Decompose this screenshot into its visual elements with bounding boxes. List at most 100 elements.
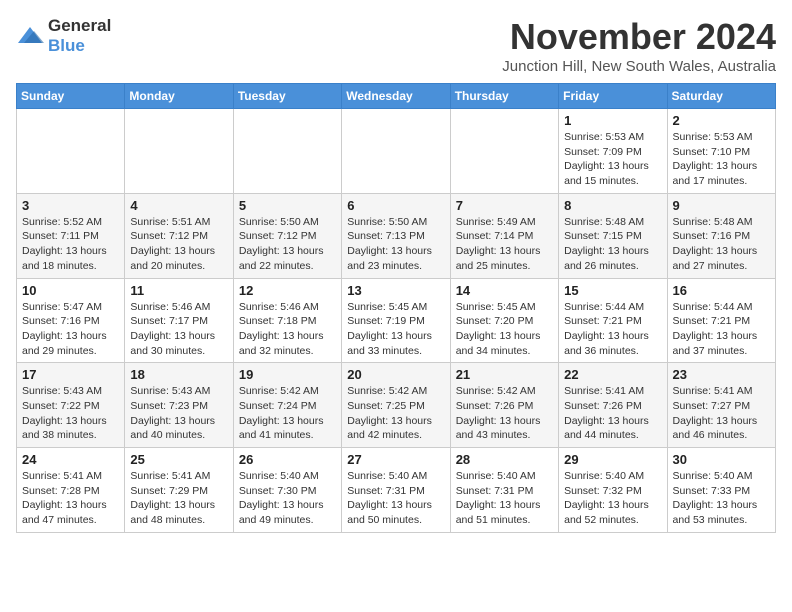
calendar-cell: 17 Sunrise: 5:43 AM Sunset: 7:22 PM Dayli… bbox=[17, 363, 125, 448]
day-number: 26 bbox=[239, 452, 336, 467]
calendar-cell: 9Sunrise: 5:48 AM Sunset: 7:16 PM Daylig… bbox=[667, 193, 775, 278]
calendar-cell: 4 Sunrise: 5:51 AM Sunset: 7:12 PM Daylig… bbox=[125, 193, 233, 278]
calendar-cell bbox=[17, 109, 125, 194]
day-info: Sunrise: 5:44 AM Sunset: 7:21 PM Dayligh… bbox=[673, 300, 770, 359]
day-info: Sunrise: 5:40 AM Sunset: 7:31 PM Dayligh… bbox=[456, 469, 553, 528]
day-number: 8 bbox=[564, 198, 661, 213]
day-info: Sunrise: 5:50 AM Sunset: 7:12 PM Dayligh… bbox=[239, 215, 336, 274]
calendar-cell: 24 Sunrise: 5:41 AM Sunset: 7:28 PM Dayli… bbox=[17, 448, 125, 533]
weekday-monday: Monday bbox=[125, 84, 233, 109]
logo-text-blue: Blue bbox=[48, 36, 85, 55]
day-number: 28 bbox=[456, 452, 553, 467]
calendar-cell: 10 Sunrise: 5:47 AM Sunset: 7:16 PM Dayli… bbox=[17, 278, 125, 363]
day-number: 23 bbox=[673, 367, 770, 382]
day-number: 4 bbox=[130, 198, 227, 213]
day-info: Sunrise: 5:42 AM Sunset: 7:24 PM Dayligh… bbox=[239, 384, 336, 443]
day-info: Sunrise: 5:41 AM Sunset: 7:26 PM Dayligh… bbox=[564, 384, 661, 443]
calendar-cell: 25 Sunrise: 5:41 AM Sunset: 7:29 PM Dayli… bbox=[125, 448, 233, 533]
day-info: Sunrise: 5:41 AM Sunset: 7:29 PM Dayligh… bbox=[130, 469, 227, 528]
day-number: 10 bbox=[22, 283, 119, 298]
day-number: 1 bbox=[564, 113, 661, 128]
day-info: Sunrise: 5:40 AM Sunset: 7:31 PM Dayligh… bbox=[347, 469, 444, 528]
day-info: Sunrise: 5:40 AM Sunset: 7:33 PM Dayligh… bbox=[673, 469, 770, 528]
calendar-cell bbox=[233, 109, 341, 194]
day-info: Sunrise: 5:43 AM Sunset: 7:22 PM Dayligh… bbox=[22, 384, 119, 443]
calendar-cell: 6Sunrise: 5:50 AM Sunset: 7:13 PM Daylig… bbox=[342, 193, 450, 278]
calendar-cell: 12Sunrise: 5:46 AM Sunset: 7:18 PM Dayli… bbox=[233, 278, 341, 363]
day-info: Sunrise: 5:53 AM Sunset: 7:10 PM Dayligh… bbox=[673, 130, 770, 189]
day-info: Sunrise: 5:42 AM Sunset: 7:26 PM Dayligh… bbox=[456, 384, 553, 443]
calendar-cell: 21 Sunrise: 5:42 AM Sunset: 7:26 PM Dayli… bbox=[450, 363, 558, 448]
day-info: Sunrise: 5:48 AM Sunset: 7:15 PM Dayligh… bbox=[564, 215, 661, 274]
day-number: 3 bbox=[22, 198, 119, 213]
day-number: 12 bbox=[239, 283, 336, 298]
calendar-body: 1 Sunrise: 5:53 AM Sunset: 7:09 PM Daylig… bbox=[17, 109, 776, 533]
day-number: 19 bbox=[239, 367, 336, 382]
weekday-saturday: Saturday bbox=[667, 84, 775, 109]
calendar-week-3: 10 Sunrise: 5:47 AM Sunset: 7:16 PM Dayli… bbox=[17, 278, 776, 363]
calendar-cell: 16Sunrise: 5:44 AM Sunset: 7:21 PM Dayli… bbox=[667, 278, 775, 363]
day-number: 22 bbox=[564, 367, 661, 382]
day-info: Sunrise: 5:45 AM Sunset: 7:20 PM Dayligh… bbox=[456, 300, 553, 359]
location-title: Junction Hill, New South Wales, Australi… bbox=[502, 58, 776, 75]
day-info: Sunrise: 5:44 AM Sunset: 7:21 PM Dayligh… bbox=[564, 300, 661, 359]
calendar-cell: 22 Sunrise: 5:41 AM Sunset: 7:26 PM Dayli… bbox=[559, 363, 667, 448]
calendar-week-4: 17 Sunrise: 5:43 AM Sunset: 7:22 PM Dayli… bbox=[17, 363, 776, 448]
day-info: Sunrise: 5:45 AM Sunset: 7:19 PM Dayligh… bbox=[347, 300, 444, 359]
calendar-week-2: 3 Sunrise: 5:52 AM Sunset: 7:11 PM Daylig… bbox=[17, 193, 776, 278]
logo-icon bbox=[16, 25, 44, 47]
day-number: 24 bbox=[22, 452, 119, 467]
day-number: 7 bbox=[456, 198, 553, 213]
day-info: Sunrise: 5:53 AM Sunset: 7:09 PM Dayligh… bbox=[564, 130, 661, 189]
calendar-cell: 1 Sunrise: 5:53 AM Sunset: 7:09 PM Daylig… bbox=[559, 109, 667, 194]
day-number: 15 bbox=[564, 283, 661, 298]
logo-text-general: General bbox=[48, 16, 111, 35]
day-number: 2 bbox=[673, 113, 770, 128]
day-number: 14 bbox=[456, 283, 553, 298]
day-info: Sunrise: 5:40 AM Sunset: 7:32 PM Dayligh… bbox=[564, 469, 661, 528]
calendar-cell: 30 Sunrise: 5:40 AM Sunset: 7:33 PM Dayli… bbox=[667, 448, 775, 533]
day-info: Sunrise: 5:41 AM Sunset: 7:27 PM Dayligh… bbox=[673, 384, 770, 443]
day-number: 5 bbox=[239, 198, 336, 213]
day-info: Sunrise: 5:43 AM Sunset: 7:23 PM Dayligh… bbox=[130, 384, 227, 443]
calendar-cell: 8 Sunrise: 5:48 AM Sunset: 7:15 PM Daylig… bbox=[559, 193, 667, 278]
day-number: 30 bbox=[673, 452, 770, 467]
weekday-header: SundayMondayTuesdayWednesdayThursdayFrid… bbox=[17, 84, 776, 109]
day-info: Sunrise: 5:46 AM Sunset: 7:17 PM Dayligh… bbox=[130, 300, 227, 359]
weekday-tuesday: Tuesday bbox=[233, 84, 341, 109]
day-number: 17 bbox=[22, 367, 119, 382]
calendar-cell bbox=[125, 109, 233, 194]
calendar-cell: 2 Sunrise: 5:53 AM Sunset: 7:10 PM Daylig… bbox=[667, 109, 775, 194]
calendar-cell: 29Sunrise: 5:40 AM Sunset: 7:32 PM Dayli… bbox=[559, 448, 667, 533]
title-area: November 2024 Junction Hill, New South W… bbox=[502, 16, 776, 75]
calendar-cell: 26 Sunrise: 5:40 AM Sunset: 7:30 PM Dayli… bbox=[233, 448, 341, 533]
calendar-cell bbox=[342, 109, 450, 194]
day-number: 25 bbox=[130, 452, 227, 467]
day-number: 13 bbox=[347, 283, 444, 298]
calendar-cell: 11 Sunrise: 5:46 AM Sunset: 7:17 PM Dayli… bbox=[125, 278, 233, 363]
month-title: November 2024 bbox=[502, 16, 776, 58]
logo: General Blue bbox=[16, 16, 111, 56]
calendar-cell: 7 Sunrise: 5:49 AM Sunset: 7:14 PM Daylig… bbox=[450, 193, 558, 278]
day-info: Sunrise: 5:51 AM Sunset: 7:12 PM Dayligh… bbox=[130, 215, 227, 274]
calendar-cell: 18 Sunrise: 5:43 AM Sunset: 7:23 PM Dayli… bbox=[125, 363, 233, 448]
day-number: 6 bbox=[347, 198, 444, 213]
calendar-table: SundayMondayTuesdayWednesdayThursdayFrid… bbox=[16, 83, 776, 533]
day-info: Sunrise: 5:47 AM Sunset: 7:16 PM Dayligh… bbox=[22, 300, 119, 359]
weekday-wednesday: Wednesday bbox=[342, 84, 450, 109]
day-info: Sunrise: 5:48 AM Sunset: 7:16 PM Dayligh… bbox=[673, 215, 770, 274]
day-info: Sunrise: 5:52 AM Sunset: 7:11 PM Dayligh… bbox=[22, 215, 119, 274]
calendar-week-1: 1 Sunrise: 5:53 AM Sunset: 7:09 PM Daylig… bbox=[17, 109, 776, 194]
calendar-cell: 13 Sunrise: 5:45 AM Sunset: 7:19 PM Dayli… bbox=[342, 278, 450, 363]
day-number: 11 bbox=[130, 283, 227, 298]
day-number: 27 bbox=[347, 452, 444, 467]
day-info: Sunrise: 5:42 AM Sunset: 7:25 PM Dayligh… bbox=[347, 384, 444, 443]
day-info: Sunrise: 5:49 AM Sunset: 7:14 PM Dayligh… bbox=[456, 215, 553, 274]
day-info: Sunrise: 5:40 AM Sunset: 7:30 PM Dayligh… bbox=[239, 469, 336, 528]
calendar-cell: 5 Sunrise: 5:50 AM Sunset: 7:12 PM Daylig… bbox=[233, 193, 341, 278]
day-number: 18 bbox=[130, 367, 227, 382]
weekday-sunday: Sunday bbox=[17, 84, 125, 109]
day-info: Sunrise: 5:41 AM Sunset: 7:28 PM Dayligh… bbox=[22, 469, 119, 528]
calendar-cell: 28 Sunrise: 5:40 AM Sunset: 7:31 PM Dayli… bbox=[450, 448, 558, 533]
day-number: 21 bbox=[456, 367, 553, 382]
